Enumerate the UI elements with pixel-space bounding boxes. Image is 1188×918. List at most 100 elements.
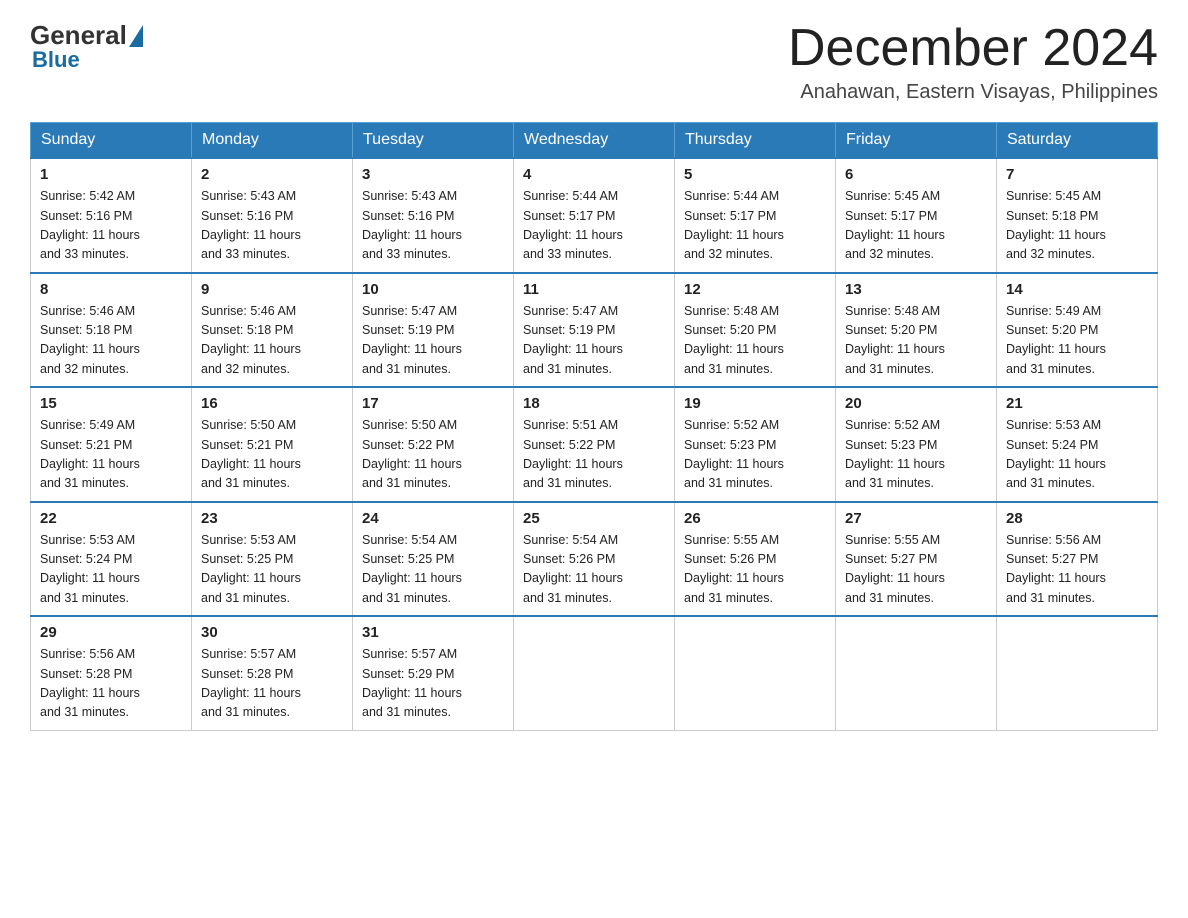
day-info: Sunrise: 5:49 AMSunset: 5:20 PMDaylight:… [1006, 302, 1148, 380]
calendar-cell: 14Sunrise: 5:49 AMSunset: 5:20 PMDayligh… [997, 273, 1158, 388]
calendar-header-sunday: Sunday [31, 123, 192, 159]
day-info: Sunrise: 5:46 AMSunset: 5:18 PMDaylight:… [201, 302, 343, 380]
day-info: Sunrise: 5:57 AMSunset: 5:28 PMDaylight:… [201, 645, 343, 723]
day-number: 17 [362, 395, 504, 412]
day-number: 26 [684, 510, 826, 527]
calendar-cell: 8Sunrise: 5:46 AMSunset: 5:18 PMDaylight… [31, 273, 192, 388]
day-info: Sunrise: 5:47 AMSunset: 5:19 PMDaylight:… [523, 302, 665, 380]
logo-triangle-icon [129, 25, 143, 47]
calendar-cell: 26Sunrise: 5:55 AMSunset: 5:26 PMDayligh… [675, 502, 836, 617]
calendar-cell: 21Sunrise: 5:53 AMSunset: 5:24 PMDayligh… [997, 387, 1158, 502]
calendar-cell: 17Sunrise: 5:50 AMSunset: 5:22 PMDayligh… [353, 387, 514, 502]
day-info: Sunrise: 5:47 AMSunset: 5:19 PMDaylight:… [362, 302, 504, 380]
logo-blue-text: Blue [32, 47, 80, 73]
calendar-cell: 24 Sunrise: 5:54 AMSunset: 5:25 PMDayligh… [353, 502, 514, 617]
day-number: 12 [684, 281, 826, 298]
calendar-cell: 1 Sunrise: 5:42 AMSunset: 5:16 PMDaylight… [31, 158, 192, 273]
calendar-cell: 18 Sunrise: 5:51 AMSunset: 5:22 PMDayligh… [514, 387, 675, 502]
calendar-header-thursday: Thursday [675, 123, 836, 159]
calendar-cell: 22 Sunrise: 5:53 AMSunset: 5:24 PMDayligh… [31, 502, 192, 617]
calendar-header-wednesday: Wednesday [514, 123, 675, 159]
calendar-header-tuesday: Tuesday [353, 123, 514, 159]
calendar-header-saturday: Saturday [997, 123, 1158, 159]
day-number: 4 [523, 166, 665, 183]
day-info: Sunrise: 5:53 AMSunset: 5:24 PMDaylight:… [40, 531, 182, 609]
day-number: 30 [201, 624, 343, 641]
calendar-header-friday: Friday [836, 123, 997, 159]
day-number: 29 [40, 624, 182, 641]
day-info: Sunrise: 5:42 AMSunset: 5:16 PMDaylight:… [40, 187, 182, 265]
day-number: 16 [201, 395, 343, 412]
day-info: Sunrise: 5:51 AMSunset: 5:22 PMDaylight:… [523, 416, 665, 494]
day-info: Sunrise: 5:43 AMSunset: 5:16 PMDaylight:… [362, 187, 504, 265]
day-number: 2 [201, 166, 343, 183]
day-info: Sunrise: 5:45 AMSunset: 5:17 PMDaylight:… [845, 187, 987, 265]
day-info: Sunrise: 5:48 AMSunset: 5:20 PMDaylight:… [684, 302, 826, 380]
day-number: 9 [201, 281, 343, 298]
calendar-week-row-4: 22 Sunrise: 5:53 AMSunset: 5:24 PMDayligh… [31, 502, 1158, 617]
calendar-cell: 27 Sunrise: 5:55 AMSunset: 5:27 PMDayligh… [836, 502, 997, 617]
day-number: 10 [362, 281, 504, 298]
day-info: Sunrise: 5:44 AMSunset: 5:17 PMDaylight:… [684, 187, 826, 265]
day-number: 25 [523, 510, 665, 527]
day-number: 13 [845, 281, 987, 298]
day-number: 6 [845, 166, 987, 183]
calendar-week-row-1: 1 Sunrise: 5:42 AMSunset: 5:16 PMDaylight… [31, 158, 1158, 273]
calendar-cell: 28 Sunrise: 5:56 AMSunset: 5:27 PMDayligh… [997, 502, 1158, 617]
day-number: 8 [40, 281, 182, 298]
calendar-cell: 10 Sunrise: 5:47 AMSunset: 5:19 PMDayligh… [353, 273, 514, 388]
day-info: Sunrise: 5:54 AMSunset: 5:25 PMDaylight:… [362, 531, 504, 609]
calendar-cell: 2 Sunrise: 5:43 AMSunset: 5:16 PMDaylight… [192, 158, 353, 273]
calendar-cell: 13Sunrise: 5:48 AMSunset: 5:20 PMDayligh… [836, 273, 997, 388]
calendar-cell: 15 Sunrise: 5:49 AMSunset: 5:21 PMDayligh… [31, 387, 192, 502]
day-info: Sunrise: 5:52 AMSunset: 5:23 PMDaylight:… [684, 416, 826, 494]
day-number: 27 [845, 510, 987, 527]
calendar-cell: 3 Sunrise: 5:43 AMSunset: 5:16 PMDaylight… [353, 158, 514, 273]
day-info: Sunrise: 5:44 AMSunset: 5:17 PMDaylight:… [523, 187, 665, 265]
calendar-cell [514, 616, 675, 730]
location-subtitle: Anahawan, Eastern Visayas, Philippines [788, 81, 1158, 104]
day-info: Sunrise: 5:55 AMSunset: 5:27 PMDaylight:… [845, 531, 987, 609]
calendar-cell: 4 Sunrise: 5:44 AMSunset: 5:17 PMDaylight… [514, 158, 675, 273]
day-info: Sunrise: 5:45 AMSunset: 5:18 PMDaylight:… [1006, 187, 1148, 265]
day-info: Sunrise: 5:50 AMSunset: 5:21 PMDaylight:… [201, 416, 343, 494]
day-info: Sunrise: 5:54 AMSunset: 5:26 PMDaylight:… [523, 531, 665, 609]
calendar-header-row: SundayMondayTuesdayWednesdayThursdayFrid… [31, 123, 1158, 159]
day-info: Sunrise: 5:56 AMSunset: 5:27 PMDaylight:… [1006, 531, 1148, 609]
calendar-week-row-3: 15 Sunrise: 5:49 AMSunset: 5:21 PMDayligh… [31, 387, 1158, 502]
day-number: 23 [201, 510, 343, 527]
calendar-cell: 23 Sunrise: 5:53 AMSunset: 5:25 PMDayligh… [192, 502, 353, 617]
day-number: 22 [40, 510, 182, 527]
day-number: 15 [40, 395, 182, 412]
calendar-cell: 7Sunrise: 5:45 AMSunset: 5:18 PMDaylight… [997, 158, 1158, 273]
calendar-cell: 11 Sunrise: 5:47 AMSunset: 5:19 PMDayligh… [514, 273, 675, 388]
calendar-cell: 16 Sunrise: 5:50 AMSunset: 5:21 PMDayligh… [192, 387, 353, 502]
day-number: 19 [684, 395, 826, 412]
calendar-week-row-5: 29Sunrise: 5:56 AMSunset: 5:28 PMDayligh… [31, 616, 1158, 730]
day-info: Sunrise: 5:43 AMSunset: 5:16 PMDaylight:… [201, 187, 343, 265]
calendar-cell: 19 Sunrise: 5:52 AMSunset: 5:23 PMDayligh… [675, 387, 836, 502]
day-number: 24 [362, 510, 504, 527]
day-info: Sunrise: 5:53 AMSunset: 5:25 PMDaylight:… [201, 531, 343, 609]
day-number: 18 [523, 395, 665, 412]
day-number: 5 [684, 166, 826, 183]
day-info: Sunrise: 5:49 AMSunset: 5:21 PMDaylight:… [40, 416, 182, 494]
calendar-header-monday: Monday [192, 123, 353, 159]
calendar-cell: 6 Sunrise: 5:45 AMSunset: 5:17 PMDaylight… [836, 158, 997, 273]
title-block: December 2024 Anahawan, Eastern Visayas,… [788, 20, 1158, 104]
logo: General Blue [30, 20, 145, 73]
month-title: December 2024 [788, 20, 1158, 77]
calendar-cell [675, 616, 836, 730]
calendar-cell: 31Sunrise: 5:57 AMSunset: 5:29 PMDayligh… [353, 616, 514, 730]
calendar-cell: 29Sunrise: 5:56 AMSunset: 5:28 PMDayligh… [31, 616, 192, 730]
calendar-cell [997, 616, 1158, 730]
calendar-cell: 9 Sunrise: 5:46 AMSunset: 5:18 PMDaylight… [192, 273, 353, 388]
calendar-cell: 30 Sunrise: 5:57 AMSunset: 5:28 PMDayligh… [192, 616, 353, 730]
calendar-cell: 20Sunrise: 5:52 AMSunset: 5:23 PMDayligh… [836, 387, 997, 502]
day-number: 3 [362, 166, 504, 183]
calendar-cell: 5 Sunrise: 5:44 AMSunset: 5:17 PMDaylight… [675, 158, 836, 273]
day-number: 1 [40, 166, 182, 183]
day-info: Sunrise: 5:52 AMSunset: 5:23 PMDaylight:… [845, 416, 987, 494]
day-number: 11 [523, 281, 665, 298]
day-number: 28 [1006, 510, 1148, 527]
